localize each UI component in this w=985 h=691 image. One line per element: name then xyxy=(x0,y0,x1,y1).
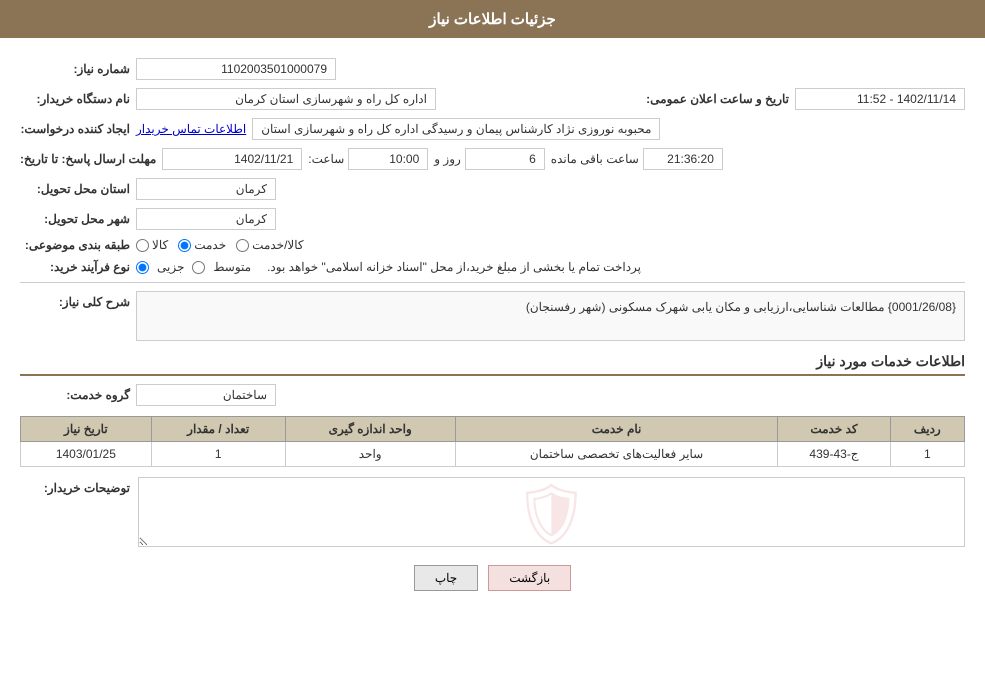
cell-unit: واحد xyxy=(285,442,455,467)
cell-service-name: سایر فعالیت‌های تخصصی ساختمان xyxy=(455,442,778,467)
subject-radio-service-goods[interactable] xyxy=(236,239,249,252)
delivery-province-label: استان محل تحویل: xyxy=(20,182,130,196)
col-header-row: ردیف xyxy=(890,417,964,442)
response-time-value: 10:00 xyxy=(348,148,428,170)
service-group-value: ساختمان xyxy=(136,384,276,406)
remaining-time-label: ساعت باقی مانده xyxy=(551,152,639,166)
subject-radio-goods[interactable] xyxy=(136,239,149,252)
process-option-minor-label: جزیی xyxy=(157,260,184,274)
print-button[interactable]: چاپ xyxy=(414,565,478,591)
process-option-medium-label: متوسط xyxy=(213,260,251,274)
response-days-value: 6 xyxy=(465,148,545,170)
creator-value: محبوبه نوروزی نژاد کارشناس پیمان و رسیدگ… xyxy=(252,118,660,140)
buyer-org-label: نام دستگاه خریدار: xyxy=(20,92,130,106)
subject-radio-group: کالا/خدمت خدمت کالا xyxy=(136,238,304,252)
subject-radio-service[interactable] xyxy=(178,239,191,252)
need-number-label: شماره نیاز: xyxy=(20,62,130,76)
buyer-notes-label: توضیحات خریدار: xyxy=(20,481,130,495)
creator-contact-link[interactable]: اطلاعات تماس خریدار xyxy=(136,122,246,136)
services-table: ردیف کد خدمت نام خدمت واحد اندازه گیری ت… xyxy=(20,416,965,467)
process-payment-text: پرداخت تمام یا بخشی از مبلغ خرید،از محل … xyxy=(267,260,641,274)
subject-option-goods[interactable]: کالا xyxy=(136,238,168,252)
process-type-label: نوع فرآیند خرید: xyxy=(20,260,130,274)
bottom-buttons: بازگشت چاپ xyxy=(20,565,965,591)
cell-quantity: 1 xyxy=(151,442,285,467)
creator-label: ایجاد کننده درخواست: xyxy=(20,122,130,136)
announcement-date-label: تاریخ و ساعت اعلان عمومی: xyxy=(646,92,789,106)
subject-option-service-label: خدمت xyxy=(194,238,226,252)
need-description-label: شرح کلی نیاز: xyxy=(20,295,130,309)
response-date-value: 1402/11/21 xyxy=(162,148,302,170)
subject-option-service-goods[interactable]: کالا/خدمت xyxy=(236,238,303,252)
process-type-options: پرداخت تمام یا بخشی از مبلغ خرید،از محل … xyxy=(136,260,641,274)
delivery-city-value: کرمان xyxy=(136,208,276,230)
buyer-notes-textarea[interactable] xyxy=(138,477,965,547)
need-description-value: {0001/26/08} مطالعات شناسایی،ارزیابی و م… xyxy=(136,291,965,341)
response-time-label: ساعت: xyxy=(308,152,344,166)
divider-1 xyxy=(20,282,965,283)
need-number-value: 1102003501000079 xyxy=(136,58,336,80)
cell-row: 1 xyxy=(890,442,964,467)
cell-date: 1403/01/25 xyxy=(21,442,152,467)
services-section-title: اطلاعات خدمات مورد نیاز xyxy=(20,353,965,376)
col-header-quantity: تعداد / مقدار xyxy=(151,417,285,442)
subject-option-service[interactable]: خدمت xyxy=(178,238,226,252)
buyer-org-value: اداره کل راه و شهرسازی استان کرمان xyxy=(136,88,436,110)
subject-label: طبقه بندی موضوعی: xyxy=(20,238,130,252)
col-header-service-name: نام خدمت xyxy=(455,417,778,442)
response-days-label: روز و xyxy=(434,152,461,166)
col-header-date: تاریخ نیاز xyxy=(21,417,152,442)
delivery-province-value: کرمان xyxy=(136,178,276,200)
services-table-container: ردیف کد خدمت نام خدمت واحد اندازه گیری ت… xyxy=(20,416,965,467)
subject-option-goods-label: کالا xyxy=(152,238,168,252)
cell-service-code: ج-43-439 xyxy=(778,442,890,467)
delivery-city-label: شهر محل تحویل: xyxy=(20,212,130,226)
service-group-label: گروه خدمت: xyxy=(20,388,130,402)
col-header-unit: واحد اندازه گیری xyxy=(285,417,455,442)
col-header-service-code: کد خدمت xyxy=(778,417,890,442)
process-radio-medium[interactable] xyxy=(192,261,205,274)
announcement-date-value: 1402/11/14 - 11:52 xyxy=(795,88,965,110)
subject-option-service-goods-label: کالا/خدمت xyxy=(252,238,303,252)
back-button[interactable]: بازگشت xyxy=(488,565,571,591)
remaining-time-value: 21:36:20 xyxy=(643,148,723,170)
page-header: جزئیات اطلاعات نیاز xyxy=(0,0,985,38)
process-radio-minor[interactable] xyxy=(136,261,149,274)
table-row: 1 ج-43-439 سایر فعالیت‌های تخصصی ساختمان… xyxy=(21,442,965,467)
response-deadline-label: مهلت ارسال پاسخ: تا تاریخ: xyxy=(20,152,156,166)
process-row-payment: پرداخت تمام یا بخشی از مبلغ خرید،از محل … xyxy=(136,260,641,274)
